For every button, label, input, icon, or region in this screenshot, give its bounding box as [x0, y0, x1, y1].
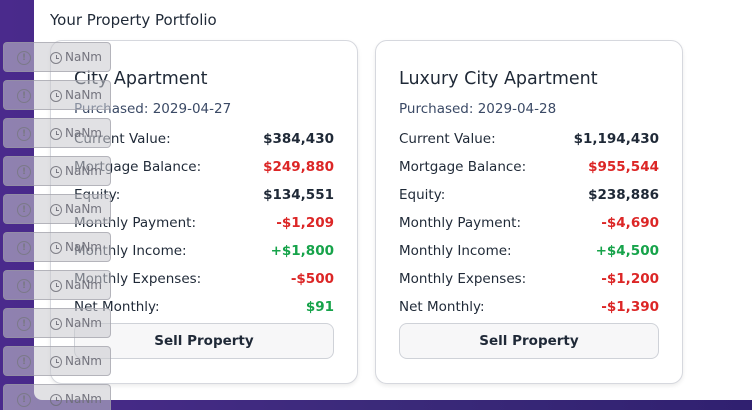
overlay-item[interactable]: ! NaNm	[3, 194, 111, 224]
clock-icon	[50, 394, 62, 406]
stat-row-equity: Equity: $134,551	[74, 181, 334, 209]
clock-icon	[50, 166, 62, 178]
overlay-item-text: NaNm	[65, 392, 102, 406]
overlay-item-text: NaNm	[65, 354, 102, 368]
overlay-item[interactable]: ! NaNm	[3, 384, 111, 410]
clock-icon	[50, 318, 62, 330]
stat-row-mortgage-balance: Mortgage Balance: $249,880	[74, 153, 334, 181]
overlay-item[interactable]: ! NaNm	[3, 80, 111, 110]
alert-icon: !	[17, 317, 31, 331]
stat-value: $249,880	[263, 159, 334, 175]
overlay-item-text: NaNm	[65, 50, 102, 64]
sell-property-button[interactable]: Sell Property	[74, 323, 334, 359]
clock-icon	[50, 204, 62, 216]
stat-value: +$1,800	[270, 243, 334, 259]
alert-icon: !	[17, 279, 31, 293]
stat-label: Mortgage Balance:	[399, 159, 527, 175]
clock-icon	[50, 90, 62, 102]
stat-value: -$500	[290, 271, 334, 287]
overlay-item[interactable]: ! NaNm	[3, 270, 111, 300]
alert-icon: !	[17, 127, 31, 141]
overlay-item[interactable]: ! NaNm	[3, 42, 111, 72]
portfolio-panel: Your Property Portfolio City Apartment P…	[34, 0, 752, 400]
alert-icon: !	[17, 165, 31, 179]
stat-row-net-monthly: Net Monthly: -$1,390	[399, 293, 659, 321]
stat-label: Monthly Expenses:	[399, 271, 527, 287]
property-stats: Current Value: $384,430 Mortgage Balance…	[74, 125, 334, 321]
stat-value: $91	[305, 299, 334, 315]
stat-row-current-value: Current Value: $384,430	[74, 125, 334, 153]
stat-value: -$1,390	[601, 299, 659, 315]
purchase-date: Purchased: 2029-04-28	[399, 101, 557, 117]
stat-value: $238,886	[588, 187, 659, 203]
overlay-item-text: NaNm	[65, 164, 102, 178]
alert-icon: !	[17, 241, 31, 255]
stat-row-current-value: Current Value: $1,194,430	[399, 125, 659, 153]
notification-overlay: ! NaNm ! NaNm ! NaNm ! NaNm ! NaNm ! NaN…	[3, 42, 111, 410]
overlay-item[interactable]: ! NaNm	[3, 346, 111, 376]
stat-value: -$1,209	[276, 215, 334, 231]
clock-icon	[50, 356, 62, 368]
stat-label: Monthly Income:	[399, 243, 512, 259]
stat-value: -$1,200	[601, 271, 659, 287]
overlay-item[interactable]: ! NaNm	[3, 118, 111, 148]
stat-label: Net Monthly:	[399, 299, 485, 315]
overlay-item-text: NaNm	[65, 240, 102, 254]
stat-row-monthly-payment: Monthly Payment: -$1,209	[74, 209, 334, 237]
clock-icon	[50, 52, 62, 64]
clock-icon	[50, 242, 62, 254]
overlay-item[interactable]: ! NaNm	[3, 156, 111, 186]
stat-label: Current Value:	[399, 131, 496, 147]
alert-icon: !	[17, 355, 31, 369]
clock-icon	[50, 128, 62, 140]
stat-value: -$4,690	[601, 215, 659, 231]
alert-icon: !	[17, 393, 31, 407]
sell-property-button[interactable]: Sell Property	[399, 323, 659, 359]
stat-value: +$4,500	[595, 243, 659, 259]
property-card: Luxury City Apartment Purchased: 2029-04…	[375, 40, 683, 384]
page-title: Your Property Portfolio	[50, 11, 217, 29]
clock-icon	[50, 280, 62, 292]
alert-icon: !	[17, 51, 31, 65]
overlay-item-text: NaNm	[65, 126, 102, 140]
stat-row-monthly-expenses: Monthly Expenses: -$1,200	[399, 265, 659, 293]
stat-row-monthly-income: Monthly Income: +$4,500	[399, 237, 659, 265]
stat-row-monthly-income: Monthly Income: +$1,800	[74, 237, 334, 265]
alert-icon: !	[17, 89, 31, 103]
stat-value: $1,194,430	[573, 131, 659, 147]
overlay-item[interactable]: ! NaNm	[3, 232, 111, 262]
stat-row-equity: Equity: $238,886	[399, 181, 659, 209]
overlay-item-text: NaNm	[65, 88, 102, 102]
stat-row-monthly-payment: Monthly Payment: -$4,690	[399, 209, 659, 237]
stat-row-net-monthly: Net Monthly: $91	[74, 293, 334, 321]
overlay-item-text: NaNm	[65, 316, 102, 330]
alert-icon: !	[17, 203, 31, 217]
property-stats: Current Value: $1,194,430 Mortgage Balan…	[399, 125, 659, 321]
property-title: Luxury City Apartment	[399, 69, 598, 89]
stat-value: $134,551	[263, 187, 334, 203]
overlay-item-text: NaNm	[65, 202, 102, 216]
overlay-item-text: NaNm	[65, 278, 102, 292]
overlay-item[interactable]: ! NaNm	[3, 308, 111, 338]
stat-label: Monthly Payment:	[399, 215, 521, 231]
stat-value: $384,430	[263, 131, 334, 147]
stat-label: Equity:	[399, 187, 446, 203]
stat-value: $955,544	[588, 159, 659, 175]
stat-row-mortgage-balance: Mortgage Balance: $955,544	[399, 153, 659, 181]
stat-row-monthly-expenses: Monthly Expenses: -$500	[74, 265, 334, 293]
